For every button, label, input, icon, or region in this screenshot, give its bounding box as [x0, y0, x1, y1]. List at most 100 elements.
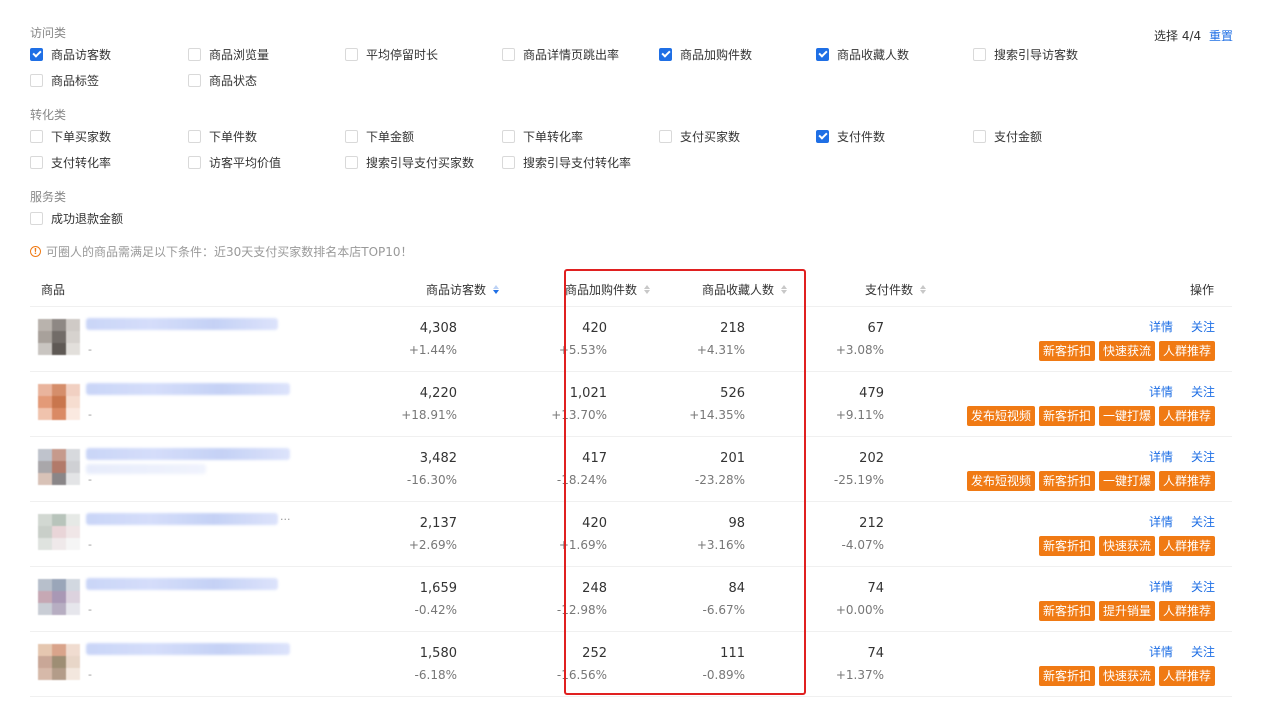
metric-checkbox[interactable]: 下单件数 — [188, 128, 257, 144]
checkbox-empty-icon[interactable] — [659, 129, 672, 143]
product-name-blurred[interactable] — [86, 318, 278, 330]
reset-button[interactable]: 重置 — [1209, 29, 1233, 43]
metric-checkbox[interactable]: 支付件数 — [816, 128, 885, 144]
metric-checkbox[interactable]: 搜索引导支付买家数 — [345, 154, 474, 170]
detail-link[interactable]: 详情 — [1149, 383, 1173, 400]
checkbox-checked-icon[interactable] — [659, 47, 672, 61]
metric-checkbox-label: 商品加购件数 — [680, 47, 753, 62]
action-button[interactable]: 新客折扣 — [1038, 666, 1095, 686]
follow-link[interactable]: 关注 — [1191, 318, 1215, 335]
detail-link[interactable]: 详情 — [1149, 643, 1173, 660]
checkbox-empty-icon[interactable] — [973, 129, 986, 143]
detail-link[interactable]: 详情 — [1149, 448, 1173, 465]
checkbox-empty-icon[interactable] — [345, 129, 358, 143]
row-links: 详情 关注 — [1149, 643, 1215, 660]
follow-link[interactable]: 关注 — [1191, 513, 1215, 530]
action-button[interactable]: 人群推荐 — [1158, 666, 1215, 686]
action-button[interactable]: 发布短视频 — [966, 471, 1035, 491]
checkbox-checked-icon[interactable] — [816, 129, 829, 143]
action-button[interactable]: 人群推荐 — [1158, 471, 1215, 491]
metric-checkbox[interactable]: 商品访客数 — [30, 46, 111, 62]
checkbox-empty-icon[interactable] — [30, 73, 43, 87]
metric-checkbox[interactable]: 下单买家数 — [30, 128, 111, 144]
metric-checkbox[interactable]: 下单转化率 — [502, 128, 583, 144]
column-header-favorites[interactable]: 商品收藏人数 — [702, 281, 788, 298]
checkbox-empty-icon[interactable] — [30, 155, 43, 169]
action-button[interactable]: 快速获流 — [1098, 341, 1155, 361]
visitors-value: 1,580 — [419, 646, 457, 661]
sort-icon[interactable] — [493, 285, 500, 294]
action-button[interactable]: 人群推荐 — [1158, 341, 1215, 361]
product-name-blurred[interactable] — [86, 643, 290, 655]
metric-checkbox[interactable]: 搜索引导访客数 — [973, 46, 1078, 62]
checkbox-empty-icon[interactable] — [502, 47, 515, 61]
product-name-blurred[interactable] — [86, 578, 278, 590]
product-thumbnail[interactable] — [38, 449, 80, 485]
metric-checkbox[interactable]: 支付转化率 — [30, 154, 111, 170]
filter-row: 支付转化率 访客平均价值 搜索引导支付买家数 搜索引导支付转化率 — [30, 154, 1130, 170]
sort-icon[interactable] — [781, 285, 788, 294]
action-button[interactable]: 快速获流 — [1098, 666, 1155, 686]
follow-link[interactable]: 关注 — [1191, 578, 1215, 595]
checkbox-empty-icon[interactable] — [188, 73, 201, 87]
product-name-blurred[interactable] — [86, 448, 290, 460]
action-button[interactable]: 快速获流 — [1098, 536, 1155, 556]
row-action-buttons: 发布短视频 新客折扣 一键打爆 人群推荐 — [966, 406, 1215, 426]
checkbox-empty-icon[interactable] — [188, 47, 201, 61]
checkbox-empty-icon[interactable] — [30, 211, 43, 225]
product-thumbnail[interactable] — [38, 384, 80, 420]
metric-checkbox[interactable]: 商品加购件数 — [659, 46, 752, 62]
column-header-visitors[interactable]: 商品访客数 — [426, 281, 500, 298]
checkbox-empty-icon[interactable] — [188, 155, 201, 169]
product-thumbnail[interactable] — [38, 579, 80, 615]
checkbox-empty-icon[interactable] — [345, 155, 358, 169]
product-name-blurred[interactable] — [86, 513, 278, 525]
detail-link[interactable]: 详情 — [1149, 578, 1173, 595]
metric-checkbox[interactable]: 下单金额 — [345, 128, 414, 144]
follow-link[interactable]: 关注 — [1191, 448, 1215, 465]
metric-checkbox[interactable]: 商品标签 — [30, 72, 99, 88]
checkbox-empty-icon[interactable] — [30, 129, 43, 143]
action-button[interactable]: 人群推荐 — [1158, 601, 1215, 621]
sort-icon[interactable] — [920, 285, 927, 294]
checkbox-empty-icon[interactable] — [502, 129, 515, 143]
checkbox-empty-icon[interactable] — [345, 47, 358, 61]
product-thumbnail[interactable] — [38, 644, 80, 680]
metric-checkbox[interactable]: 商品收藏人数 — [816, 46, 909, 62]
action-button[interactable]: 新客折扣 — [1038, 471, 1095, 491]
checkbox-empty-icon[interactable] — [973, 47, 986, 61]
action-button[interactable]: 提升销量 — [1098, 601, 1155, 621]
metric-checkbox[interactable]: 搜索引导支付转化率 — [502, 154, 631, 170]
detail-link[interactable]: 详情 — [1149, 513, 1173, 530]
metric-checkbox[interactable]: 商品状态 — [188, 72, 257, 88]
metric-checkbox[interactable]: 访客平均价值 — [188, 154, 281, 170]
detail-link[interactable]: 详情 — [1149, 318, 1173, 335]
product-name-blurred[interactable] — [86, 383, 290, 395]
follow-link[interactable]: 关注 — [1191, 383, 1215, 400]
column-header-cart[interactable]: 商品加购件数 — [565, 281, 651, 298]
checkbox-empty-icon[interactable] — [502, 155, 515, 169]
product-thumbnail[interactable] — [38, 319, 80, 355]
action-button[interactable]: 发布短视频 — [966, 406, 1035, 426]
checkbox-checked-icon[interactable] — [30, 47, 43, 61]
checkbox-checked-icon[interactable] — [816, 47, 829, 61]
action-button[interactable]: 人群推荐 — [1158, 406, 1215, 426]
metric-checkbox[interactable]: 商品浏览量 — [188, 46, 269, 62]
action-button[interactable]: 一键打爆 — [1098, 471, 1155, 491]
metric-checkbox[interactable]: 支付金额 — [973, 128, 1042, 144]
action-button[interactable]: 人群推荐 — [1158, 536, 1215, 556]
metric-checkbox[interactable]: 平均停留时长 — [345, 46, 438, 62]
column-header-paid[interactable]: 支付件数 — [865, 281, 927, 298]
action-button[interactable]: 一键打爆 — [1098, 406, 1155, 426]
action-button[interactable]: 新客折扣 — [1038, 341, 1095, 361]
sort-icon[interactable] — [644, 285, 651, 294]
metric-checkbox[interactable]: 成功退款金额 — [30, 210, 123, 226]
action-button[interactable]: 新客折扣 — [1038, 601, 1095, 621]
action-button[interactable]: 新客折扣 — [1038, 536, 1095, 556]
metric-checkbox[interactable]: 商品详情页跳出率 — [502, 46, 619, 62]
metric-checkbox[interactable]: 支付买家数 — [659, 128, 740, 144]
checkbox-empty-icon[interactable] — [188, 129, 201, 143]
follow-link[interactable]: 关注 — [1191, 643, 1215, 660]
product-thumbnail[interactable] — [38, 514, 80, 550]
action-button[interactable]: 新客折扣 — [1038, 406, 1095, 426]
